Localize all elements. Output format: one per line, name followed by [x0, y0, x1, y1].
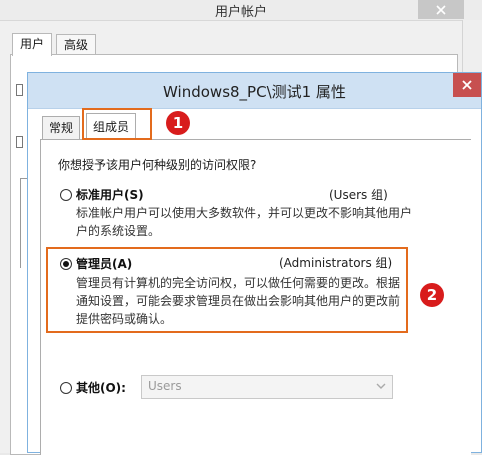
other-label[interactable]: 其他(O): [76, 379, 126, 396]
close-icon [462, 80, 472, 90]
back-checkbox-edge [16, 84, 23, 96]
other-group-select[interactable]: Users [141, 375, 393, 399]
dropdown-arrow-icon [376, 383, 386, 389]
back-checkbox-edge [16, 136, 23, 148]
back-tab-advanced[interactable]: 高级 [56, 34, 97, 55]
dialog-title: Windows8_PC\测试1 属性 [163, 83, 346, 101]
dialog-title-bar: Windows8_PC\测试1 属性 [28, 73, 481, 109]
back-tab-users[interactable]: 用户 [12, 33, 53, 56]
annotation-badge-2: 2 [420, 283, 444, 307]
access-level-question: 你想授予该用户何种级别的访问权限? [58, 158, 257, 172]
back-list-edge [20, 178, 21, 268]
tab-general[interactable]: 常规 [42, 116, 81, 139]
administrator-desc-line1: 管理员有计算机的完全访问权，可以做任何需要的更改。根据 [76, 276, 401, 290]
back-title-bar: 用户帐户 [0, 0, 482, 21]
standard-user-radio[interactable] [60, 189, 72, 201]
administrator-desc-line3: 提供密码或确认。 [76, 312, 173, 326]
other-radio[interactable] [60, 382, 72, 394]
standard-user-group: (Users 组) [329, 188, 388, 202]
user-properties-dialog: Windows8_PC\测试1 属性 常规 组成员 1 你想授予该用户何种级别的… [27, 72, 482, 455]
administrator-label[interactable]: 管理员(A) [76, 255, 132, 272]
standard-user-desc-line1: 标准帐户用户可以使用大多数软件，并可以更改不影响其他用户 [76, 206, 413, 220]
close-icon [436, 4, 446, 15]
other-group-select-value: Users [148, 379, 182, 393]
back-window-title: 用户帐户 [214, 5, 267, 20]
dialog-close-button[interactable] [453, 73, 481, 97]
standard-user-desc-line2: 户的系统设置。 [76, 224, 161, 238]
administrator-group: (Administrators 组) [279, 256, 393, 270]
back-divider [20, 178, 27, 179]
back-close-button[interactable] [418, 0, 464, 19]
standard-user-label[interactable]: 标准用户(S) [76, 186, 144, 203]
administrator-radio[interactable] [60, 258, 72, 270]
annotation-badge-1: 1 [166, 111, 190, 135]
administrator-desc-line2: 通知设置，可能会要求管理员在做出会影响其他用户的更改前 [76, 294, 401, 308]
tab-highlight-box [82, 108, 152, 140]
